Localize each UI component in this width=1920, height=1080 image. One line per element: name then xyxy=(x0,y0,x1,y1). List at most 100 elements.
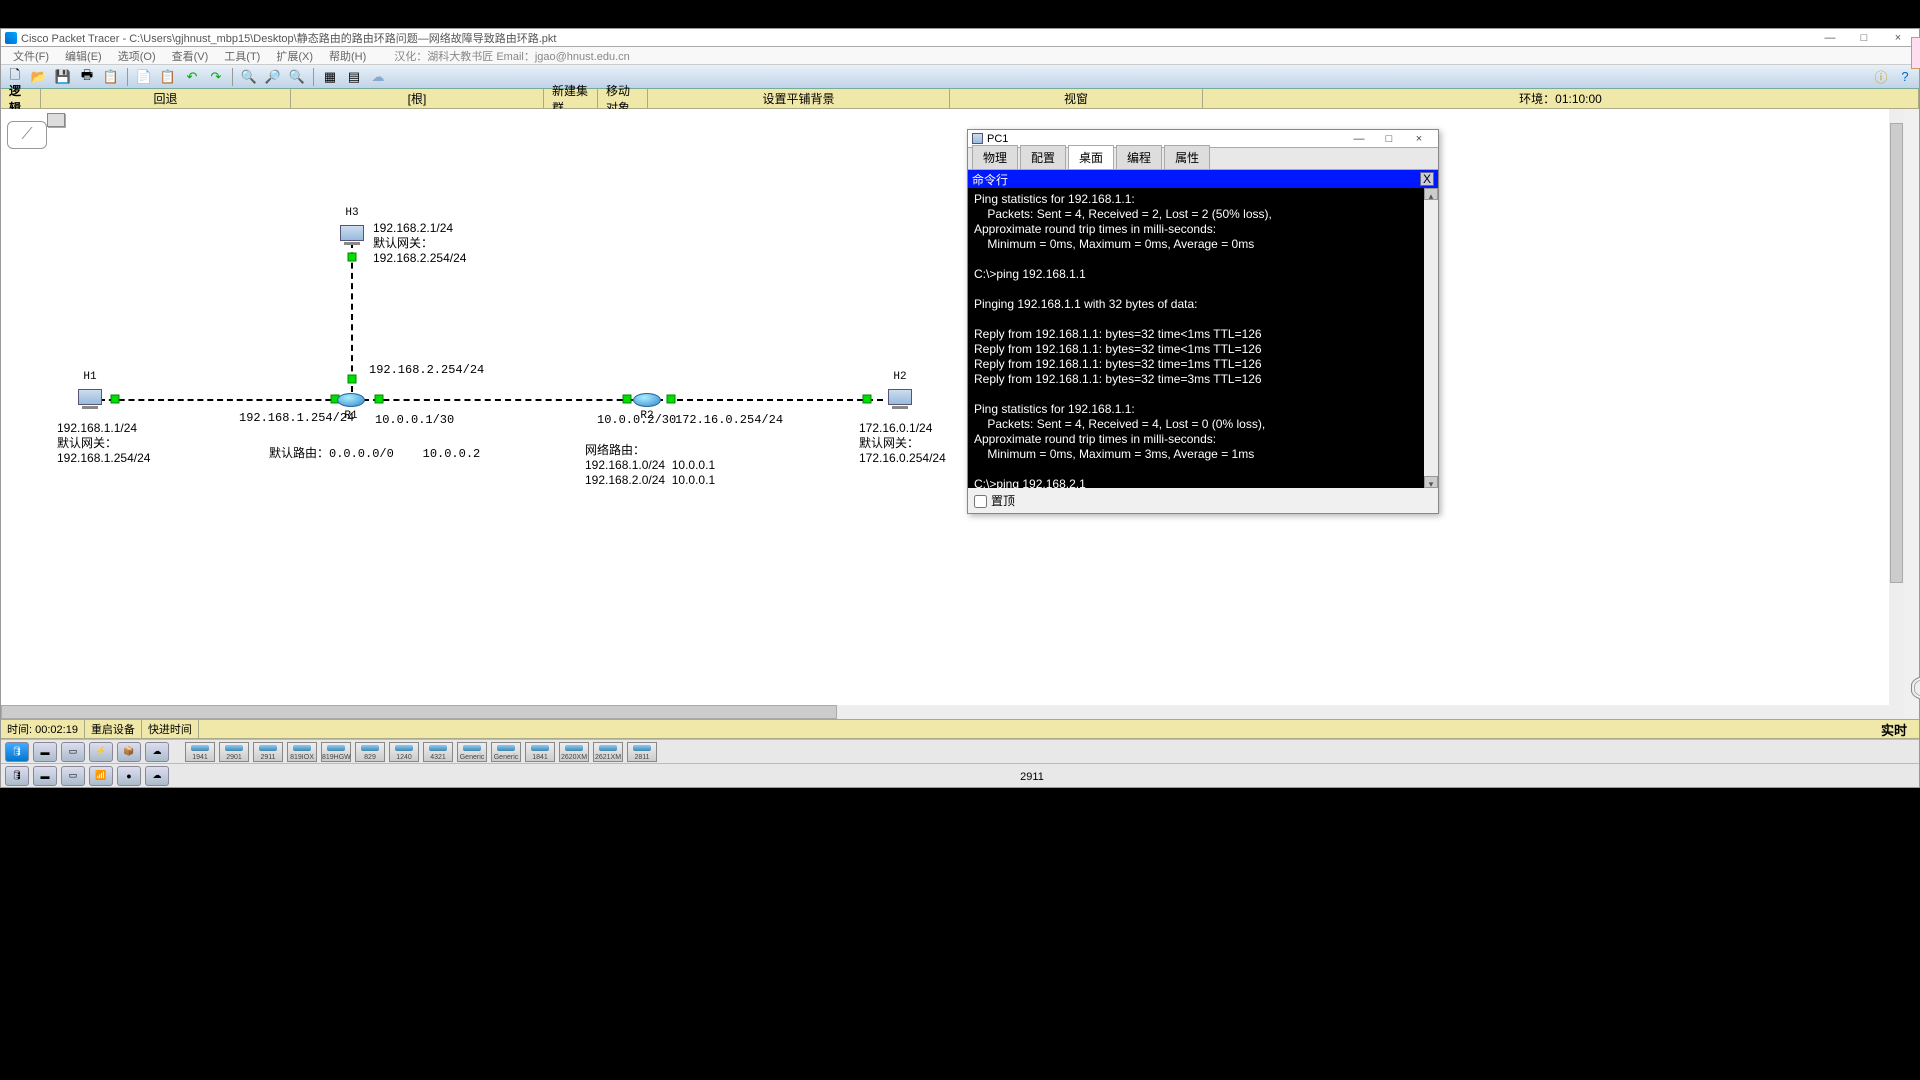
link-h3-r1[interactable] xyxy=(351,242,353,392)
realtime-mode-button[interactable]: 实时 xyxy=(1869,720,1919,739)
canvas-vertical-scrollbar[interactable] xyxy=(1889,109,1904,707)
delete-tool-icon[interactable]: ✖ xyxy=(1911,105,1920,137)
pc1-minimize-button[interactable]: — xyxy=(1344,133,1374,145)
model-2621xm[interactable]: 2621XM xyxy=(593,742,623,762)
subcat-security-icon[interactable]: ● xyxy=(117,766,141,786)
terminal-output[interactable]: Ping statistics for 192.168.1.1: Packets… xyxy=(968,188,1438,488)
palette-icon[interactable]: ▦ xyxy=(320,67,340,87)
wizard-icon[interactable]: 📋 xyxy=(101,67,121,87)
model-2620xm[interactable]: 2620XM xyxy=(559,742,589,762)
environment-time[interactable]: 环境：01:10:00 xyxy=(1203,89,1919,108)
category-switches-icon[interactable]: ▬ xyxy=(33,742,57,762)
subcat-hub-icon[interactable]: ▭ xyxy=(61,766,85,786)
category-wireless-icon[interactable]: ⚡ xyxy=(89,742,113,762)
logical-view-button[interactable]: 逻辑 xyxy=(1,89,41,108)
reset-devices-button[interactable]: 重启设备 xyxy=(85,720,142,738)
tab-physical[interactable]: 物理 xyxy=(972,145,1018,169)
app-icon xyxy=(5,32,17,44)
redo-icon[interactable]: ↷ xyxy=(206,67,226,87)
cluster-tool[interactable]: ⟋ xyxy=(7,113,67,149)
breadcrumb-root[interactable]: [根] xyxy=(291,89,544,108)
link-r1-r2[interactable] xyxy=(363,399,643,401)
cloud-icon[interactable]: ☁ xyxy=(368,67,388,87)
model-1841[interactable]: 1841 xyxy=(525,742,555,762)
tab-desktop[interactable]: 桌面 xyxy=(1068,145,1114,169)
new-cluster-button[interactable]: 新建集群 xyxy=(544,89,598,108)
always-on-top-checkbox[interactable]: 置顶 xyxy=(974,494,1015,508)
model-1240[interactable]: 1240 xyxy=(389,742,419,762)
note-tool-icon[interactable]: 🗒 xyxy=(1911,73,1920,105)
model-2811[interactable]: 2811 xyxy=(627,742,657,762)
window-minimize-button[interactable]: — xyxy=(1813,30,1847,46)
window-maximize-button[interactable]: □ xyxy=(1847,30,1881,46)
toolbar-separator xyxy=(127,68,128,86)
category-hubs-icon[interactable]: ▭ xyxy=(61,742,85,762)
move-object-button[interactable]: 移动对象 xyxy=(598,89,648,108)
viewport-button[interactable]: 视窗 xyxy=(950,89,1203,108)
menu-tools[interactable]: 工具(T) xyxy=(216,48,268,64)
device-pc-h1[interactable]: H1 xyxy=(75,389,105,409)
device-pc-h2[interactable]: H2 xyxy=(885,389,915,409)
tab-programming[interactable]: 编程 xyxy=(1116,145,1162,169)
model-2901[interactable]: 2901 xyxy=(219,742,249,762)
menu-view[interactable]: 查看(V) xyxy=(164,48,217,64)
device-router-r1[interactable]: R1 xyxy=(337,393,365,407)
canvas-horizontal-scrollbar[interactable] xyxy=(1,705,1904,719)
subcat-wireless-icon[interactable]: 📶 xyxy=(89,766,113,786)
menu-help[interactable]: 帮助(H) xyxy=(321,48,374,64)
model-829[interactable]: 829 xyxy=(355,742,385,762)
device-pc-h3[interactable]: H3 xyxy=(337,225,367,245)
custom-devices-icon[interactable]: ▤ xyxy=(344,67,364,87)
tab-attributes[interactable]: 属性 xyxy=(1164,145,1210,169)
nav-compass-icon[interactable] xyxy=(1911,675,1920,701)
back-button[interactable]: 回退 xyxy=(41,89,291,108)
model-4321[interactable]: 4321 xyxy=(423,742,453,762)
model-819hgw[interactable]: 819HGW xyxy=(321,742,351,762)
fast-forward-button[interactable]: 快进时间 xyxy=(142,720,199,738)
select-tool-icon[interactable]: ▭ xyxy=(1911,37,1920,69)
command-prompt-close-button[interactable]: X xyxy=(1420,172,1434,186)
scroll-up-icon[interactable]: ▴ xyxy=(1424,188,1438,200)
subcat-switch-icon[interactable]: ▬ xyxy=(33,766,57,786)
set-background-button[interactable]: 设置平铺背景 xyxy=(648,89,950,108)
titlebar[interactable]: Cisco Packet Tracer - C:\Users\gjhnust_m… xyxy=(1,29,1919,47)
paste-icon[interactable]: 📋 xyxy=(158,67,178,87)
scroll-thumb[interactable] xyxy=(1890,123,1903,583)
device-router-r2[interactable]: R2 xyxy=(633,393,661,407)
undo-icon[interactable]: ↶ xyxy=(182,67,202,87)
subcat-router-icon[interactable]: 🛢 xyxy=(5,766,29,786)
copy-icon[interactable]: 📄 xyxy=(134,67,154,87)
link-status-dot xyxy=(348,375,357,384)
scroll-thumb[interactable] xyxy=(1,705,837,719)
menu-file[interactable]: 文件(F) xyxy=(5,48,57,64)
category-wan-icon[interactable]: ☁ xyxy=(145,742,169,762)
scroll-down-icon[interactable]: ▾ xyxy=(1424,476,1438,488)
tab-config[interactable]: 配置 xyxy=(1020,145,1066,169)
model-1941[interactable]: 1941 xyxy=(185,742,215,762)
model-819iox[interactable]: 819IOX xyxy=(287,742,317,762)
topology-canvas[interactable]: ⟋ H1 192.168.1.1/24 默认网关： 192.168.1.254/… xyxy=(1,109,1904,707)
model-generic1[interactable]: Generic xyxy=(457,742,487,762)
terminal-scrollbar[interactable]: ▴▾ xyxy=(1424,188,1438,488)
link-r2-h2[interactable] xyxy=(657,399,883,401)
zoom-reset-icon[interactable]: 🔍 xyxy=(287,67,307,87)
pc1-window[interactable]: PC1 — □ × 物理 配置 桌面 编程 属性 命令行 X Ping stat… xyxy=(967,129,1439,514)
open-file-icon[interactable]: 📂 xyxy=(29,67,49,87)
model-2911[interactable]: 2911 xyxy=(253,742,283,762)
window-title: Cisco Packet Tracer - C:\Users\gjhnust_m… xyxy=(21,30,1813,46)
info-icon[interactable]: ⓘ xyxy=(1871,67,1891,87)
category-routers-icon[interactable]: 🛢 xyxy=(5,742,29,762)
print-icon[interactable]: 🖶 xyxy=(77,67,97,87)
menu-options[interactable]: 选项(O) xyxy=(110,48,164,64)
pc1-close-button[interactable]: × xyxy=(1404,133,1434,145)
save-icon[interactable]: 💾 xyxy=(53,67,73,87)
model-generic2[interactable]: Generic xyxy=(491,742,521,762)
pc1-maximize-button[interactable]: □ xyxy=(1374,133,1404,145)
zoom-out-icon[interactable]: 🔎 xyxy=(263,67,283,87)
window-close-button[interactable]: × xyxy=(1881,30,1915,46)
menu-extensions[interactable]: 扩展(X) xyxy=(268,48,321,64)
category-security-icon[interactable]: 📦 xyxy=(117,742,141,762)
menu-edit[interactable]: 编辑(E) xyxy=(57,48,110,64)
zoom-in-icon[interactable]: 🔍 xyxy=(239,67,259,87)
link-h1-r1[interactable] xyxy=(99,399,351,401)
